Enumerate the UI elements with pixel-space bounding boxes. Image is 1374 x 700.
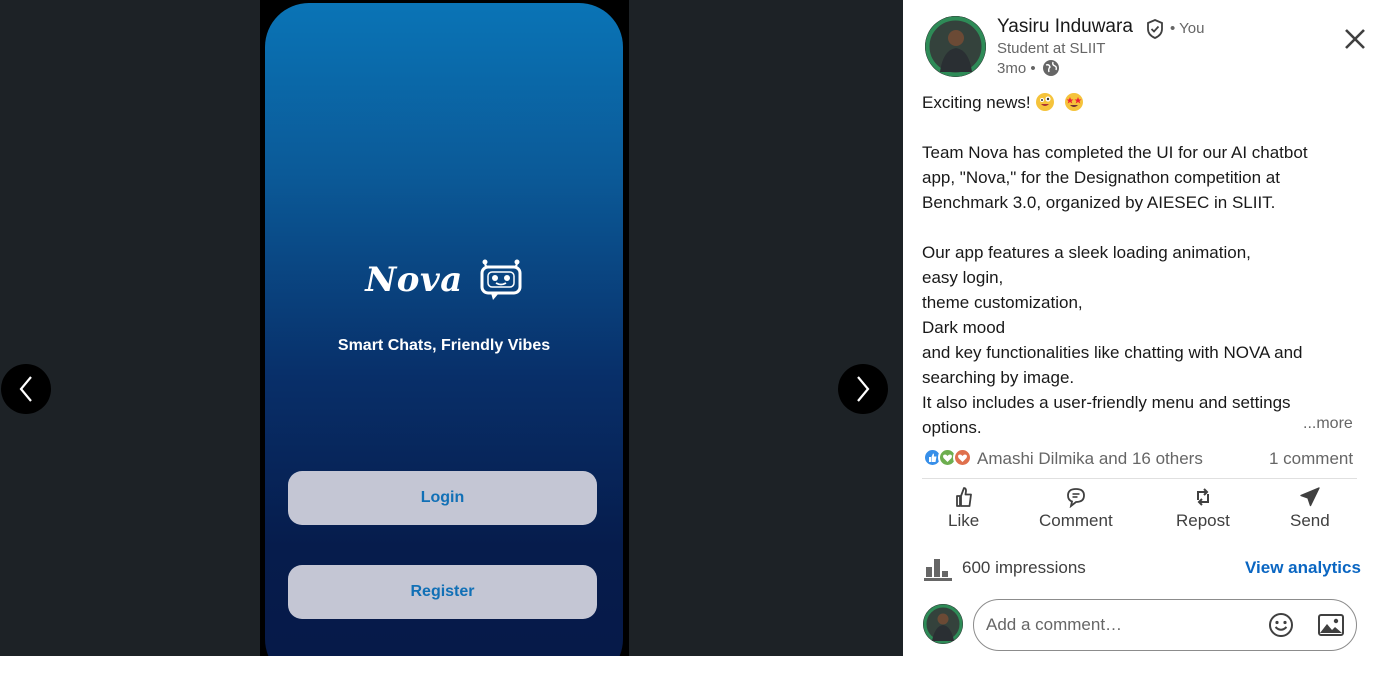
avatar-image <box>923 604 963 644</box>
close-button[interactable] <box>1340 24 1370 54</box>
comment-box <box>973 599 1357 651</box>
view-analytics-link[interactable]: View analytics <box>1245 558 1361 578</box>
app-title: Nova <box>365 260 463 300</box>
post-time-text: 3mo • <box>997 59 1036 77</box>
post-time: 3mo • <box>997 59 1060 77</box>
like-label: Like <box>948 511 980 530</box>
post-text-line <box>922 115 1362 140</box>
post-text: Exciting news! Team Nova has completed t… <box>922 90 1362 440</box>
repost-button[interactable]: Repost <box>1176 486 1230 531</box>
post-text-line: app, "Nova," for the Designathon competi… <box>922 168 1280 187</box>
app-screenshot: Nova Smart Chats, Friendly Vibes Login R… <box>265 3 623 656</box>
reaction-icons[interactable] <box>923 448 972 467</box>
repost-icon <box>1196 488 1209 506</box>
media-viewer: Nova Smart Chats, Friendly Vibes Login R… <box>0 0 903 656</box>
bar-chart-icon <box>924 559 952 581</box>
like-icon <box>955 487 972 507</box>
verified-icon <box>1147 19 1163 39</box>
post-text-line-0: Exciting news! <box>922 93 1031 112</box>
chevron-left-icon <box>19 376 32 402</box>
post-text-line <box>922 215 1362 240</box>
post-text-line: Team Nova has completed the UI for our A… <box>922 143 1308 162</box>
post-text-line: and key functionalities like chatting wi… <box>922 343 1303 362</box>
post-text-line: Our app features a sleek loading animati… <box>922 243 1251 262</box>
comment-button[interactable]: Comment <box>1039 486 1113 531</box>
impressions-count: 600 impressions <box>962 558 1086 577</box>
emoji-icon[interactable] <box>1268 612 1294 638</box>
avatar-image <box>925 16 986 77</box>
comment-label: Comment <box>1039 511 1113 530</box>
chatbot-icon <box>480 259 522 300</box>
post-text-line: easy login, <box>922 268 1004 287</box>
post-text-line: Dark mood <box>922 318 1006 337</box>
comment-icon <box>1066 488 1085 508</box>
post-text-line: searching by image. <box>922 368 1075 387</box>
send-icon <box>1300 487 1320 507</box>
app-tagline: Smart Chats, Friendly Vibes <box>337 337 551 354</box>
close-icon <box>1345 29 1365 49</box>
previous-image-button[interactable] <box>1 364 51 414</box>
comment-input[interactable] <box>986 613 1256 637</box>
comment-count[interactable]: 1 comment <box>1269 449 1353 469</box>
post-panel: Yasiru Induwara • You Student at SLIIT 3… <box>903 0 1374 700</box>
post-text-line: It also includes a user-friendly menu an… <box>922 393 1291 412</box>
app-register-button: Register <box>288 565 597 619</box>
zany-face-emoji-icon <box>1035 93 1054 111</box>
post-text-line: Benchmark 3.0, organized by AIESEC in SL… <box>922 193 1276 212</box>
like-button[interactable]: Like <box>948 486 979 531</box>
author-name[interactable]: Yasiru Induwara <box>997 16 1133 38</box>
chevron-right-icon <box>857 376 870 402</box>
author-avatar[interactable] <box>925 16 986 77</box>
next-image-button[interactable] <box>838 364 888 414</box>
app-login-button: Login <box>288 471 597 525</box>
send-button[interactable]: Send <box>1290 486 1330 531</box>
love-reaction-icon <box>953 448 972 467</box>
reactions-summary[interactable]: Amashi Dilmika and 16 others <box>977 449 1203 469</box>
globe-icon <box>1042 60 1059 76</box>
divider <box>922 478 1357 479</box>
app-title-row: Nova <box>265 258 623 302</box>
star-struck-emoji-icon <box>1064 93 1083 111</box>
send-label: Send <box>1290 511 1330 530</box>
image-icon[interactable] <box>1318 613 1344 637</box>
see-more-link[interactable]: ...more <box>1303 415 1353 433</box>
post-text-line: options. <box>922 418 982 437</box>
current-user-avatar[interactable] <box>923 604 963 644</box>
you-label: • You <box>1170 20 1205 37</box>
post-text-line: Exciting news! <box>922 90 1362 115</box>
repost-label: Repost <box>1176 511 1230 530</box>
author-headline: Student at SLIIT <box>997 40 1106 57</box>
post-text-line: theme customization, <box>922 293 1083 312</box>
